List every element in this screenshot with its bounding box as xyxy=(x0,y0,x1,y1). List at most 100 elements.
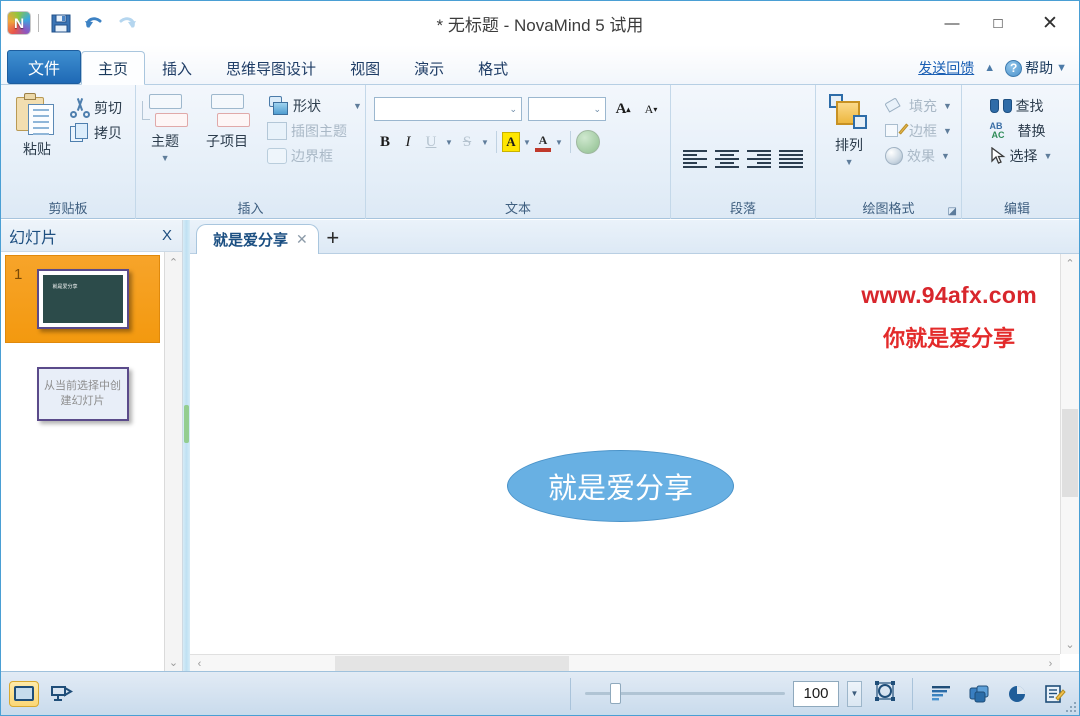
novamind-logo-icon[interactable]: N xyxy=(7,11,31,35)
save-icon[interactable] xyxy=(46,9,76,37)
slides-panel-scrollbar[interactable]: ⌃ ⌄ xyxy=(164,252,182,673)
align-center-icon xyxy=(715,150,739,168)
tab-format[interactable]: 格式 xyxy=(461,52,525,84)
tab-file[interactable]: 文件 xyxy=(7,50,82,84)
layers-icon[interactable] xyxy=(967,682,991,706)
scroll-down-icon[interactable]: ⌄ xyxy=(1065,635,1074,654)
font-name-combo[interactable]: ⌄ xyxy=(374,97,522,121)
create-slide-from-selection-button[interactable]: 从当前选择中创建幻灯片 xyxy=(36,367,129,421)
slide-thumbnail: 就是爱分享 xyxy=(36,269,129,329)
tab-mindmap-design[interactable]: 思维导图设计 xyxy=(209,52,333,84)
zoom-slider[interactable] xyxy=(585,683,785,705)
tab-view[interactable]: 视图 xyxy=(333,52,397,84)
border-button[interactable]: 边框 ▼ xyxy=(881,118,956,143)
drawing-dialog-launcher[interactable]: ◪ xyxy=(948,206,957,217)
border-caret-icon[interactable]: ▼ xyxy=(943,126,952,136)
fill-button[interactable]: 填充 ▼ xyxy=(881,93,956,118)
italic-button[interactable]: I xyxy=(397,130,419,154)
mindmap-canvas[interactable]: www.94afx.com 你就是爱分享 就是爱分享 ⌃ ⌄ ‹ › xyxy=(190,254,1079,673)
outline-icon[interactable] xyxy=(929,682,953,706)
align-left-button[interactable] xyxy=(679,144,711,174)
undo-icon[interactable] xyxy=(79,9,109,37)
mindmap-root-node[interactable]: 就是爱分享 xyxy=(507,450,734,522)
zoom-value-input[interactable]: 100 xyxy=(793,680,839,707)
select-button[interactable]: 选择 ▼ xyxy=(986,143,1057,168)
scroll-up-icon[interactable]: ⌃ xyxy=(169,256,178,269)
underline-button[interactable]: U xyxy=(420,130,442,154)
scroll-left-icon[interactable]: ‹ xyxy=(190,658,209,670)
insert-boundary-button[interactable]: 边界框 xyxy=(263,143,366,168)
cut-button[interactable]: 剪切 xyxy=(66,95,126,120)
tab-presentation[interactable]: 演示 xyxy=(397,52,461,84)
fill-caret-icon[interactable]: ▼ xyxy=(943,101,952,111)
align-right-button[interactable] xyxy=(743,144,775,174)
insert-shape-button[interactable]: 形状 ▼ xyxy=(263,93,366,118)
replace-button[interactable]: AB AC 替换 xyxy=(986,118,1050,143)
close-button[interactable]: ✕ xyxy=(1021,1,1079,45)
arrange-caret-icon[interactable]: ▼ xyxy=(845,157,854,167)
scroll-up-icon[interactable]: ⌃ xyxy=(1065,254,1074,273)
highlight-caret-icon[interactable]: ▼ xyxy=(521,138,533,147)
maximize-button[interactable]: □ xyxy=(975,1,1021,45)
font-color-caret-icon[interactable]: ▼ xyxy=(553,138,565,147)
minimize-button[interactable]: — xyxy=(929,1,975,45)
effect-button[interactable]: 效果 ▼ xyxy=(881,143,956,168)
slide-item[interactable]: 1 就是爱分享 xyxy=(5,255,160,343)
help-button[interactable]: ? 帮助 ▼ xyxy=(1005,58,1067,78)
globe-icon[interactable] xyxy=(576,130,600,154)
close-tab-icon[interactable]: ✕ xyxy=(296,231,308,248)
vscroll-track[interactable] xyxy=(1061,273,1079,635)
canvas-vertical-scrollbar[interactable]: ⌃ ⌄ xyxy=(1060,254,1079,654)
notes-icon[interactable] xyxy=(1043,682,1067,706)
select-caret-icon[interactable]: ▼ xyxy=(1044,151,1053,161)
watermark: www.94afx.com 你就是爱分享 xyxy=(861,282,1037,353)
close-panel-icon[interactable]: X xyxy=(162,227,172,244)
font-size-combo[interactable]: ⌄ xyxy=(528,97,606,121)
align-justify-button[interactable] xyxy=(775,144,807,174)
find-button[interactable]: 查找 xyxy=(986,93,1048,118)
new-tab-button[interactable]: + xyxy=(319,223,347,253)
strikethrough-button[interactable]: S xyxy=(456,130,478,154)
send-feedback-link[interactable]: 发送回馈 xyxy=(918,58,974,78)
align-center-button[interactable] xyxy=(711,144,743,174)
highlight-color-button[interactable]: A xyxy=(502,132,520,152)
shrink-font-button[interactable]: A ▾ xyxy=(640,97,662,121)
window-controls: — □ ✕ xyxy=(929,1,1079,45)
align-left-icon xyxy=(683,150,707,168)
document-tab[interactable]: 就是爱分享 ✕ xyxy=(196,224,319,254)
paragraph-group-label: 段落 xyxy=(729,201,756,216)
collapse-ribbon-icon[interactable]: ▲ xyxy=(984,62,995,74)
strikethrough-caret-icon[interactable]: ▼ xyxy=(479,138,491,147)
chart-icon[interactable] xyxy=(1005,682,1029,706)
insert-subtopic-button[interactable]: 子项目 xyxy=(197,91,257,153)
effect-caret-icon[interactable]: ▼ xyxy=(941,151,950,161)
copy-button[interactable]: 拷贝 xyxy=(66,120,126,145)
font-color-button[interactable]: A xyxy=(534,132,552,152)
underline-caret-icon[interactable]: ▼ xyxy=(443,138,455,147)
fit-to-window-button[interactable] xyxy=(870,681,900,707)
bold-button[interactable]: B xyxy=(374,130,396,154)
scroll-right-icon[interactable]: › xyxy=(1041,658,1060,670)
resize-grip[interactable] xyxy=(1066,702,1076,712)
presentation-view-button[interactable] xyxy=(47,681,77,707)
panel-splitter[interactable] xyxy=(183,220,190,673)
slides-panel-title: 幻灯片 xyxy=(9,229,58,247)
tab-insert[interactable]: 插入 xyxy=(145,52,209,84)
vscroll-thumb[interactable] xyxy=(1062,409,1078,497)
subtopic-icon xyxy=(203,93,251,129)
insert-illustration-button[interactable]: 插图主题 xyxy=(263,118,366,143)
grow-font-button[interactable]: A ▴ xyxy=(612,97,634,121)
arrange-button[interactable]: 排列 ▼ xyxy=(821,91,877,169)
fill-label: 填充 xyxy=(909,97,938,114)
paste-button[interactable]: 粘贴 xyxy=(10,91,64,161)
zoom-dropdown-icon[interactable]: ▼ xyxy=(847,680,862,707)
insert-topic-button[interactable]: 主题 ▼ xyxy=(135,91,195,165)
scroll-down-icon[interactable]: ⌄ xyxy=(169,656,178,669)
redo-icon[interactable] xyxy=(112,9,142,37)
topic-caret-icon[interactable]: ▼ xyxy=(161,153,170,163)
hscroll-thumb[interactable] xyxy=(335,656,569,672)
normal-view-button[interactable] xyxy=(9,680,39,707)
shape-caret-icon[interactable]: ▼ xyxy=(353,101,362,111)
zoom-slider-handle[interactable] xyxy=(610,683,621,704)
tab-home[interactable]: 主页 xyxy=(81,51,146,85)
